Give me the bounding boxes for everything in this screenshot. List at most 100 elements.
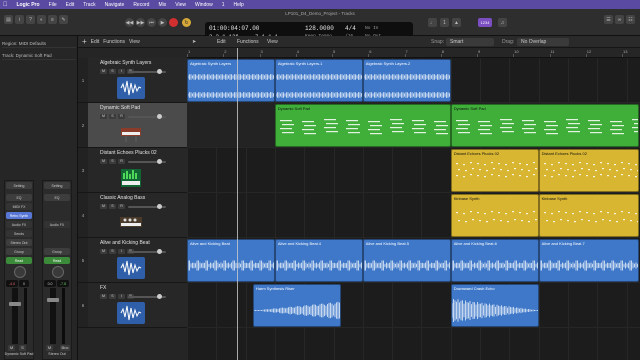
pointer-tool-icon[interactable]: ➤ [192, 39, 196, 45]
strip-left-group[interactable]: Group [6, 248, 32, 255]
strip-right-pan-knob[interactable] [52, 266, 64, 278]
menu-1[interactable]: 1 [222, 2, 225, 8]
go-to-beginning-button[interactable]: ⏮ [147, 18, 156, 27]
track-header[interactable]: 2 Dynamic Soft Pad M S R [78, 103, 187, 148]
strip-left-fader[interactable] [9, 288, 21, 344]
midi-region[interactable]: Distant Echoes Plucks 02 [450, 149, 539, 192]
strip-left-setting[interactable]: Setting [6, 182, 32, 189]
mute-button[interactable]: M [100, 249, 107, 254]
mute-button[interactable]: M [100, 114, 107, 119]
notepad-button[interactable]: ☰ [604, 15, 613, 24]
loop-browser-button[interactable]: ∞ [615, 15, 624, 24]
menu-record[interactable]: Record [133, 2, 149, 8]
input-monitor-button[interactable]: I [118, 249, 125, 254]
inspector-button[interactable]: i [15, 15, 24, 24]
bar-ruler[interactable]: 1 2 3 4 5 6 7 8 9 10 11 12 13 [187, 48, 640, 58]
mute-button[interactable]: M [100, 294, 107, 299]
audio-region[interactable]: Algebraic Synth Layers [187, 59, 275, 102]
menu-help[interactable]: Help [234, 2, 244, 8]
menu-track[interactable]: Track [83, 2, 95, 8]
strip-right-fader[interactable] [47, 288, 59, 344]
strip-left-midi-fx[interactable]: MIDI FX [6, 203, 32, 210]
strip-right-setting[interactable]: Setting [44, 182, 70, 189]
audio-region[interactable]: Downward Crash Echo [450, 284, 539, 327]
audio-region[interactable]: Alive and Kicking Beat.7 [538, 239, 639, 282]
solo-button[interactable]: S [109, 69, 116, 74]
menu-edit[interactable]: Edit [66, 2, 75, 8]
strip-left-instrument[interactable]: Retro Synth [6, 212, 32, 219]
region-inspector-header[interactable]: Region: MIDI Defaults [2, 39, 76, 48]
browser-button[interactable]: ☷ [626, 15, 635, 24]
rewind-button[interactable]: ◀◀ [125, 18, 134, 27]
tracks-functions-menu[interactable]: Functions [103, 39, 125, 45]
menu-window[interactable]: Window [195, 2, 213, 8]
strip-right-bounce[interactable]: Bnc [60, 345, 70, 351]
midi-region[interactable]: Distant Echoes Plucks 02 [538, 149, 639, 192]
strip-left-sends[interactable]: Sends [6, 230, 32, 237]
strip-left-solo[interactable]: S [19, 345, 26, 351]
area-functions-menu[interactable]: Functions [237, 39, 259, 45]
midi-region[interactable]: Kinbase Synth [450, 194, 539, 237]
input-monitor-button[interactable]: I [118, 69, 125, 74]
strip-right-automation[interactable]: Read [44, 257, 70, 264]
cycle-button[interactable]: ↻ [182, 18, 191, 27]
mixer-button[interactable]: ≡ [48, 15, 57, 24]
solo-button[interactable]: S [109, 204, 116, 209]
tracks-edit-menu[interactable]: Edit [91, 39, 100, 45]
drag-select[interactable]: No Overlap [517, 38, 569, 46]
tuner-button[interactable]: ♩ [428, 18, 437, 27]
forward-button[interactable]: ▶▶ [136, 18, 145, 27]
playhead[interactable] [237, 48, 238, 360]
strip-left-mute[interactable]: M [8, 345, 15, 351]
snap-select[interactable]: Smart [446, 38, 494, 46]
record-button[interactable] [169, 18, 178, 27]
add-track-icon[interactable]: + [82, 37, 87, 46]
track-volume-slider[interactable] [128, 294, 166, 299]
track-name[interactable]: Algebraic Synth Layers [100, 60, 151, 66]
track-inspector-header[interactable]: Track: Dynamic Soft Pad [2, 51, 76, 60]
master-volume-icon[interactable]: ♫ [498, 18, 507, 27]
menu-navigate[interactable]: Navigate [105, 2, 125, 8]
library-button[interactable]: ▤ [4, 15, 13, 24]
midi-region[interactable]: Kinbase Synth [538, 194, 639, 237]
strip-right-eq[interactable]: EQ [44, 194, 70, 201]
track-volume-slider[interactable] [128, 249, 166, 254]
editors-button[interactable]: ✎ [59, 15, 68, 24]
play-button[interactable]: ▶ [158, 18, 167, 27]
mute-button[interactable]: M [100, 159, 107, 164]
track-name[interactable]: FX [100, 285, 106, 291]
record-enable-button[interactable]: R [118, 159, 125, 164]
track-header[interactable]: 4 Classic Analog Bass M S R [78, 193, 187, 238]
audio-region[interactable]: Alive and Kicking Beat [187, 239, 275, 282]
midi-region[interactable]: Dynamic Soft Pad [450, 104, 639, 147]
midi-region[interactable]: Dynamic Soft Pad [274, 104, 451, 147]
audio-region[interactable]: Algebraic Synth Layers.2 [362, 59, 451, 102]
tracks-view-menu[interactable]: View [129, 39, 140, 45]
record-enable-button[interactable]: R [118, 204, 125, 209]
count-in-button[interactable]: 1 [440, 18, 449, 27]
track-header[interactable]: 3 Distant Echoes Plucks 02 M S R [78, 148, 187, 193]
menu-logic-pro[interactable]: Logic Pro [17, 2, 40, 8]
track-volume-slider[interactable] [128, 69, 166, 74]
audio-region[interactable]: Alive and Kicking Beat.4 [274, 239, 363, 282]
mute-button[interactable]: M [100, 69, 107, 74]
audio-region[interactable]: Alive and Kicking Beat.6 [450, 239, 539, 282]
menu-file[interactable]: File [49, 2, 57, 8]
menu-mix[interactable]: Mix [158, 2, 166, 8]
track-name[interactable]: Dynamic Soft Pad [100, 105, 140, 111]
track-volume-slider[interactable] [128, 114, 166, 119]
track-volume-slider[interactable] [128, 159, 166, 164]
cpu-meter-badge[interactable]: 1234 [478, 18, 492, 27]
metronome-button[interactable]: ▲ [452, 18, 461, 27]
area-view-menu[interactable]: View [267, 39, 278, 45]
strip-left-automation[interactable]: Read [6, 257, 32, 264]
strip-left-audio-fx[interactable]: Audio FX [6, 221, 32, 228]
solo-button[interactable]: S [109, 114, 116, 119]
strip-right-group[interactable]: Group [44, 248, 70, 255]
strip-left-pan-knob[interactable] [14, 266, 26, 278]
track-name[interactable]: Alive and Kicking Beat [100, 240, 150, 246]
track-name[interactable]: Classic Analog Bass [100, 195, 145, 201]
area-edit-menu[interactable]: Edit [217, 39, 226, 45]
track-header[interactable]: 6 FX M S IR [78, 283, 187, 328]
solo-button[interactable]: S [109, 159, 116, 164]
